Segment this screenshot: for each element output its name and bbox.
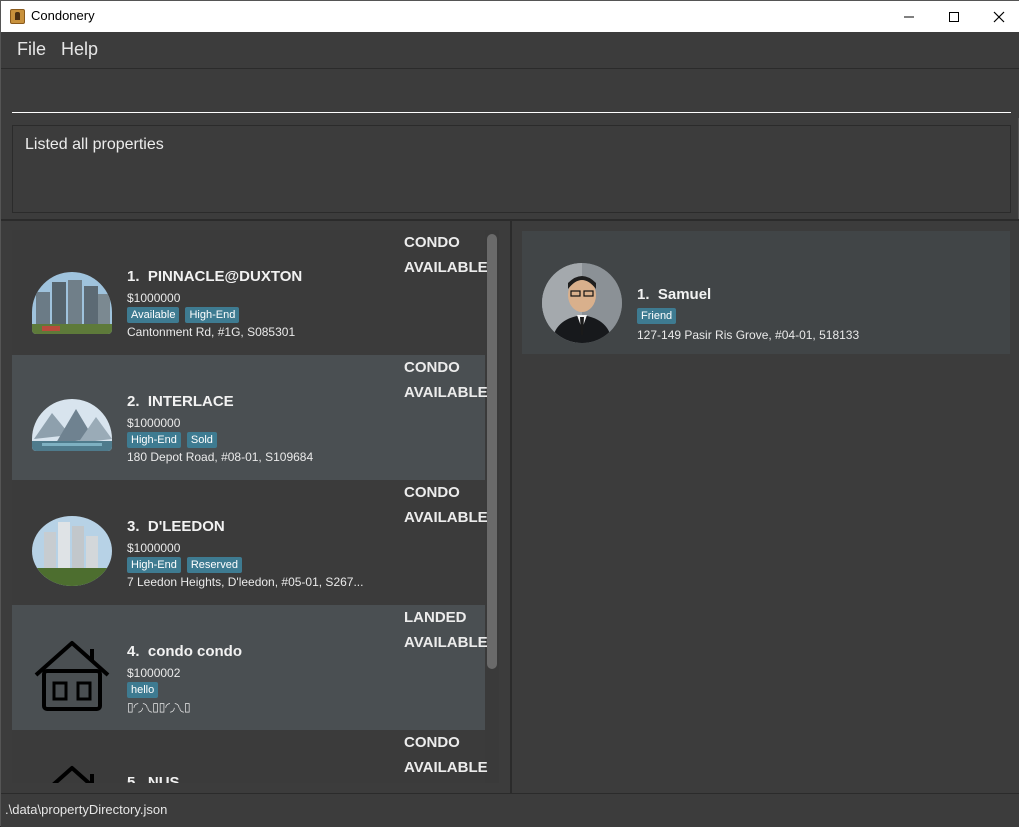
command-box xyxy=(1,68,1019,118)
property-card[interactable]: 4. condo condo $1000002 hello ▯◜◞◝◟▯▯◜◞◝… xyxy=(12,605,488,730)
command-input[interactable] xyxy=(12,81,1011,113)
building-photo xyxy=(32,399,112,451)
avatar xyxy=(542,263,622,343)
property-card[interactable]: 3. D'LEEDON $1000000 High-End Reserved 7… xyxy=(12,480,488,605)
property-status: AVAILABLE xyxy=(404,634,488,651)
property-card[interactable]: 5. NUS CONDO AVAILABLE xyxy=(12,730,488,783)
property-type: CONDO xyxy=(404,234,460,251)
property-address: 180 Depot Road, #08-01, S109684 xyxy=(127,450,314,464)
property-card[interactable]: 2. INTERLACE $1000000 High-End Sold 180 … xyxy=(12,355,488,480)
result-text: Listed all properties xyxy=(25,136,164,153)
window-title: Condonery xyxy=(31,8,95,23)
menu-file[interactable]: File xyxy=(17,39,46,60)
minimize-icon xyxy=(904,16,914,17)
tag: Sold xyxy=(186,432,217,448)
building-photo xyxy=(32,516,112,586)
property-type: CONDO xyxy=(404,734,460,751)
property-price: $1000000 xyxy=(127,291,181,305)
client-address: 127-149 Pasir Ris Grove, #04-01, 518133 xyxy=(637,328,860,342)
menu-bar: File Help xyxy=(1,32,1019,68)
property-name: 1. PINNACLE@DUXTON xyxy=(127,268,303,285)
property-name: 5. NUS xyxy=(127,774,180,783)
tag: hello xyxy=(127,682,159,698)
property-list[interactable]: 1. PINNACLE@DUXTON $1000000 Available Hi… xyxy=(12,230,499,783)
property-list-scrollbar[interactable] xyxy=(487,234,497,669)
property-tags: hello xyxy=(127,682,159,698)
property-price: $1000000 xyxy=(127,541,181,555)
house-icon xyxy=(52,766,94,783)
property-tags: Available High-End xyxy=(127,307,240,323)
property-status: AVAILABLE xyxy=(404,384,488,401)
property-status: AVAILABLE xyxy=(404,259,488,276)
title-bar: Condonery xyxy=(1,1,1019,32)
menu-help[interactable]: Help xyxy=(61,39,98,60)
property-name: 4. condo condo xyxy=(127,643,243,660)
property-status: AVAILABLE xyxy=(404,509,488,526)
property-address: ▯◜◞◝◟▯▯◜◞◝◟▯ xyxy=(127,700,191,714)
tag: Available xyxy=(127,307,180,323)
property-tags: High-End Reserved xyxy=(127,557,242,573)
maximize-icon xyxy=(949,11,959,22)
property-address: 7 Leedon Heights, D'leedon, #05-01, S267… xyxy=(127,575,364,589)
building-photo xyxy=(32,272,112,334)
property-address: Cantonment Rd, #1G, S085301 xyxy=(127,325,296,339)
tag: Reserved xyxy=(186,557,242,573)
tag: High-End xyxy=(185,307,240,323)
close-icon xyxy=(993,11,1005,22)
property-type: CONDO xyxy=(404,484,460,501)
client-name: 1. Samuel xyxy=(637,286,712,303)
data-file-path: .\data\propertyDirectory.json xyxy=(5,802,168,817)
app-logo-icon xyxy=(10,9,25,24)
property-status: AVAILABLE xyxy=(404,759,488,776)
close-button[interactable] xyxy=(976,1,1019,32)
house-icon xyxy=(34,641,110,711)
maximize-button[interactable] xyxy=(931,1,977,32)
property-price: $1000002 xyxy=(127,666,181,680)
property-name: 2. INTERLACE xyxy=(127,393,234,410)
result-display: Listed all properties xyxy=(12,125,1011,213)
property-name: 3. D'LEEDON xyxy=(127,518,225,535)
app-window: Condonery File Help Listed all propertie… xyxy=(0,0,1019,827)
tag: High-End xyxy=(127,432,181,448)
minimize-button[interactable] xyxy=(886,1,932,32)
property-price: $1000000 xyxy=(127,416,181,430)
property-type: CONDO xyxy=(404,359,460,376)
property-type: LANDED xyxy=(404,609,467,626)
tag: High-End xyxy=(127,557,181,573)
client-list[interactable]: 1. Samuel Friend 127-149 Pasir Ris Grove… xyxy=(512,221,1019,793)
status-bar: .\data\propertyDirectory.json xyxy=(1,793,1019,827)
property-tags: High-End Sold xyxy=(127,432,217,448)
client-card[interactable]: 1. Samuel Friend 127-149 Pasir Ris Grove… xyxy=(522,231,1010,354)
property-card[interactable]: 1. PINNACLE@DUXTON $1000000 Available Hi… xyxy=(12,230,488,355)
client-tag: Friend xyxy=(637,308,677,324)
